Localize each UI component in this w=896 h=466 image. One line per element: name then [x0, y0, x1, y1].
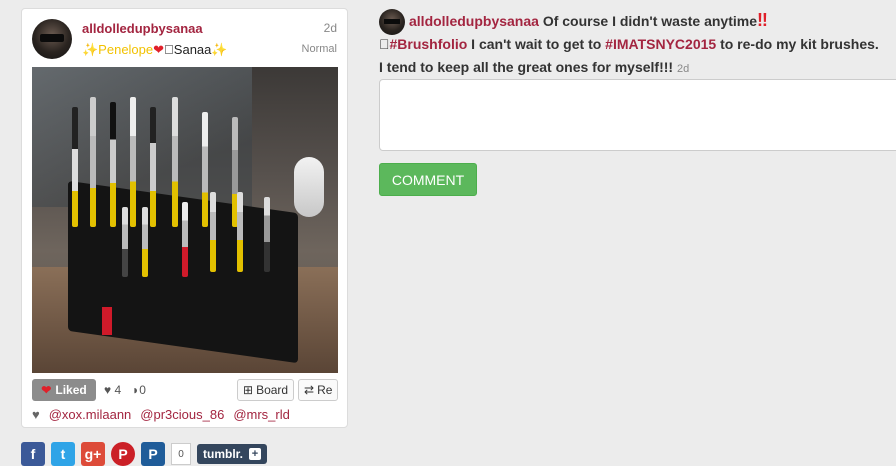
repost-icon: ⇄ — [304, 383, 315, 397]
post-fullname: ✨Penelope❤ Sanaa✨ — [82, 42, 228, 57]
like-count: ♥ 4 — [104, 383, 122, 397]
hashtag-link[interactable]: #Brushfolio — [390, 36, 468, 52]
liked-by-user[interactable]: @pr3cious_86 — [140, 407, 224, 422]
twitter-icon[interactable]: t — [51, 442, 75, 466]
heart-icon: ❤ — [41, 383, 52, 397]
liked-button[interactable]: ❤ Liked — [32, 379, 96, 401]
double-exclamation-icon: ‼ — [756, 10, 768, 30]
caption: alldolledupbysanaa Of course I didn't wa… — [379, 10, 879, 75]
avatar[interactable] — [32, 19, 72, 59]
pocket-icon[interactable]: P — [141, 442, 165, 466]
caption-age: 2d — [676, 63, 690, 75]
google-plus-icon[interactable]: g+ — [81, 442, 105, 466]
post-filter: Normal — [301, 43, 337, 55]
facebook-icon[interactable]: f — [21, 442, 45, 466]
tumblr-button[interactable]: tumblr. + — [197, 444, 268, 464]
heart-gray-icon: ♥ — [32, 407, 40, 422]
hashtag-link[interactable]: #IMATSNYC2015 — [605, 36, 716, 52]
liked-by-user[interactable]: @xox.milaann — [49, 407, 132, 422]
post-photo[interactable] — [32, 67, 338, 373]
comment-input[interactable] — [379, 79, 896, 151]
repost-button[interactable]: ⇄ Re — [298, 379, 339, 401]
comment-count: ◗0 — [132, 383, 146, 397]
plus-square-icon: ⊞ — [243, 383, 254, 397]
post-username[interactable]: alldolledupbysanaa — [82, 21, 203, 36]
share-count: 0 — [171, 443, 191, 465]
caption-username[interactable]: alldolledupbysanaa — [409, 13, 539, 29]
comment-button[interactable]: COMMENT — [379, 163, 477, 196]
post-card: alldolledupbysanaa ✨Penelope❤ Sanaa✨ 2d … — [21, 8, 348, 428]
liked-by-list: ♥ @xox.milaann @pr3cious_86 @mrs_rld — [32, 407, 290, 422]
plus-icon: + — [249, 448, 262, 460]
liked-label: Liked — [55, 383, 87, 397]
pinterest-icon[interactable]: P — [111, 442, 135, 466]
liked-by-user[interactable]: @mrs_rld — [233, 407, 290, 422]
post-age: 2d — [323, 21, 337, 35]
board-button[interactable]: ⊞ Board — [237, 379, 295, 401]
share-bar: f t g+ P P 0 tumblr. + — [21, 442, 268, 466]
tumblr-label: tumblr. — [203, 447, 244, 461]
heart-small-icon: ♥ — [104, 383, 112, 397]
